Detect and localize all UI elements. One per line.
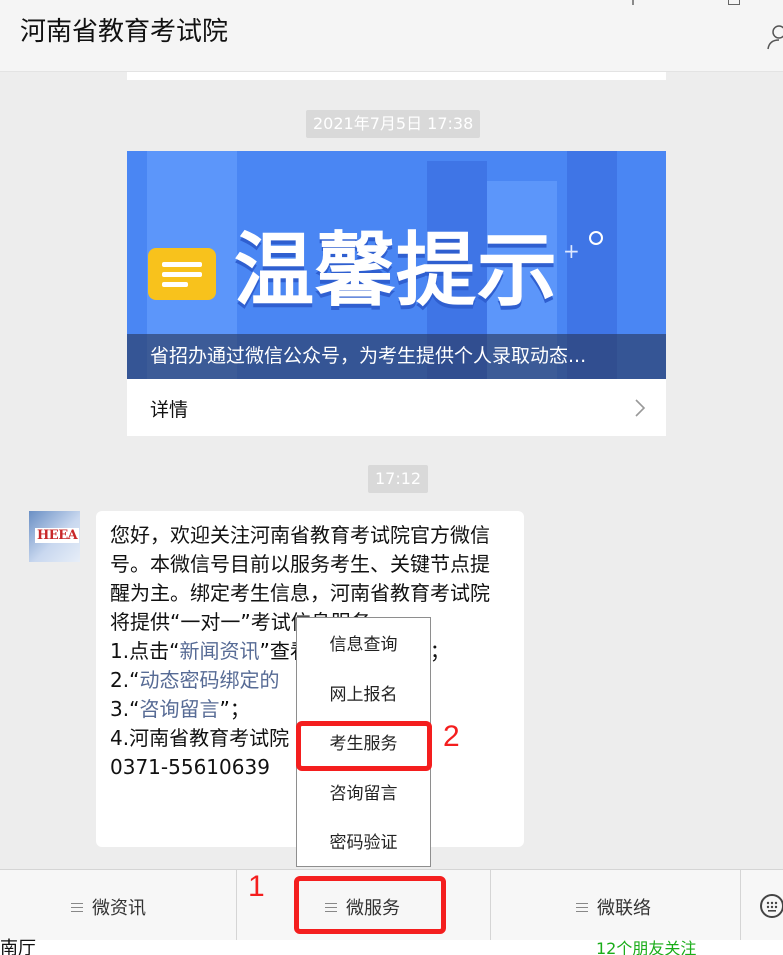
maximize-icon[interactable] xyxy=(728,0,740,5)
banner-headline: 温馨提示 xyxy=(234,224,558,317)
message-text: 1.点击“ xyxy=(110,639,180,663)
chevron-right-icon xyxy=(630,398,650,418)
article-caption[interactable]: 省招办通过微信公众号，为考生提供个人录取动态... xyxy=(127,334,666,379)
menu-icon xyxy=(576,903,588,912)
tab-micro-contact[interactable]: 微联络 xyxy=(491,870,741,941)
message-line: 号。本微信号目前以服务考生、关键节点提 xyxy=(110,552,490,576)
title-bar: 河南省教育考试院 xyxy=(0,0,783,72)
message-text: ”； xyxy=(219,697,250,721)
step-number-2: 2 xyxy=(443,720,460,753)
chat-title: 河南省教育考试院 xyxy=(20,17,229,47)
article-banner[interactable]: 温馨提示 + 省招办通过微信公众号，为考生提供个人录取动态... xyxy=(127,151,666,379)
message-text: 3.“ xyxy=(110,697,140,721)
timestamp: 17:12 xyxy=(368,465,429,493)
detail-label: 详情 xyxy=(150,399,189,421)
article-card[interactable]: 温馨提示 + 省招办通过微信公众号，为考生提供个人录取动态... 详情 xyxy=(127,151,666,436)
menu-icon xyxy=(71,903,83,912)
message-line: 醒为主。绑定考生信息，河南省教育考试院 xyxy=(110,581,490,605)
consult-link[interactable]: 咨询留言 xyxy=(139,697,219,721)
menu-item-consult-message[interactable]: 咨询留言 xyxy=(297,774,430,814)
plus-decoration-icon: + xyxy=(563,239,580,263)
highlight-box-micro-service xyxy=(294,876,446,934)
underlying-window-strip: 南厅 12个朋友关注 xyxy=(0,938,783,955)
article-detail-row[interactable]: 详情 xyxy=(127,379,666,436)
message-text: 2.“ xyxy=(110,668,140,692)
circle-decoration-icon xyxy=(589,231,603,245)
avatar-logo-text: HEEA xyxy=(35,528,80,543)
tab-label: 微联络 xyxy=(597,898,651,919)
pin-icon[interactable] xyxy=(626,0,640,6)
underlay-left-text: 南厅 xyxy=(0,938,36,955)
menu-item-info-query[interactable]: 信息查询 xyxy=(297,625,430,665)
keyboard-toggle-icon[interactable] xyxy=(760,894,783,918)
news-link[interactable]: 新闻资讯 xyxy=(179,639,259,663)
previous-card-edge xyxy=(127,72,666,80)
note-icon xyxy=(148,248,216,300)
followers-count: 12个朋友关注 xyxy=(596,939,697,955)
message-line: 您好，欢迎关注河南省教育考试院官方微信 xyxy=(110,523,490,547)
step-number-1: 1 xyxy=(248,870,265,903)
highlight-box-candidate-service xyxy=(296,721,432,771)
tab-label: 微资讯 xyxy=(92,898,146,919)
avatar[interactable]: HEEA xyxy=(29,511,80,562)
user-profile-icon[interactable] xyxy=(767,24,783,50)
menu-item-online-registration[interactable]: 网上报名 xyxy=(297,675,430,715)
menu-item-password-verify[interactable]: 密码验证 xyxy=(297,823,430,863)
tab-micro-news[interactable]: 微资讯 xyxy=(0,870,237,941)
dynamic-password-link[interactable]: 动态密码绑定的 xyxy=(139,668,279,692)
timestamp: 2021年7月5日 17:38 xyxy=(306,110,481,138)
